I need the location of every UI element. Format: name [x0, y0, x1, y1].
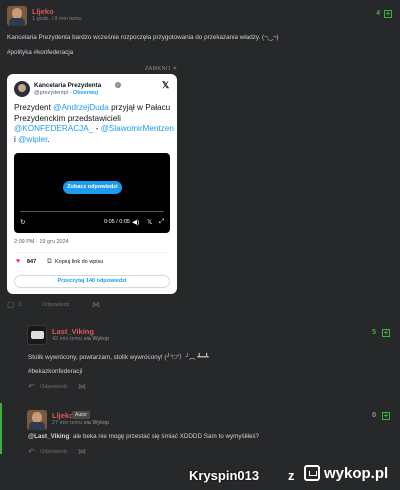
- comment-count[interactable]: 3: [18, 302, 21, 308]
- post-tags[interactable]: #polityka #konfederacja: [7, 49, 73, 56]
- comment-tag[interactable]: #bekazkonfederacji: [28, 368, 82, 375]
- tweet-mention[interactable]: @AndrzejDuda: [53, 103, 109, 112]
- share-icon[interactable]: ⋈: [78, 447, 86, 456]
- avatar[interactable]: [27, 410, 47, 430]
- tweet-mention[interactable]: @wipler: [18, 135, 47, 144]
- video-time: 0:05 / 0:05: [104, 219, 130, 225]
- close-embed-button[interactable]: ZAMKNIJ ✕: [145, 66, 177, 72]
- tweet-handle: @prezydentpl · Obserwuj: [34, 90, 98, 96]
- comment-time-text[interactable]: 27 min temu: [52, 420, 82, 426]
- see-replies-button[interactable]: Zobacz odpowiedzi: [63, 181, 122, 194]
- tweet-text-part: .: [47, 134, 50, 144]
- verified-icon: ✓: [115, 82, 121, 88]
- highlight-bar: [0, 403, 2, 454]
- x-logo-icon[interactable]: 𝕏: [162, 80, 169, 91]
- tweet-date[interactable]: 2:09 PM · 19 gru 2024: [14, 239, 69, 245]
- post-vote-count: 4: [376, 10, 380, 17]
- post-time[interactable]: 1 godz. i 9 min temu: [32, 16, 82, 22]
- reply-button[interactable]: Odpowiedz: [40, 449, 68, 455]
- comment-username[interactable]: Last_Viking: [52, 327, 94, 336]
- tweet-avatar[interactable]: [14, 81, 30, 97]
- fullscreen-icon[interactable]: ⤢: [159, 218, 164, 226]
- heart-icon[interactable]: ♥: [16, 258, 20, 265]
- tweet-embed[interactable]: Kancelaria Prezydenta ✓ @prezydentpl · O…: [7, 74, 177, 294]
- upvote-button[interactable]: +: [382, 329, 390, 337]
- read-replies-button[interactable]: Przeczytaj 140 odpowiedzi: [14, 275, 170, 288]
- divider: [14, 252, 170, 253]
- comment-mention[interactable]: @Last_Viking: [28, 433, 69, 440]
- comment-via: via Wykop: [83, 420, 110, 426]
- video-progress-bar[interactable]: [20, 211, 164, 212]
- tweet-handle-text[interactable]: @prezydentpl: [34, 90, 68, 96]
- comment-text: Stolik wywrócony, powtarzam, stolik wywr…: [28, 354, 209, 361]
- tweet-text: Prezydent @AndrzejDuda przyjął w Pałacu …: [14, 103, 174, 145]
- reply-button[interactable]: Odpowiedz: [40, 384, 68, 390]
- tweet-author-name[interactable]: Kancelaria Prezydenta: [34, 82, 101, 89]
- watermark: Kryspin013 z wykop.pl: [0, 462, 400, 490]
- comment-vote-count: 5: [372, 329, 376, 336]
- reply-button[interactable]: Odpowiedz: [42, 302, 70, 308]
- link-icon[interactable]: ⧉: [47, 258, 52, 266]
- avatar[interactable]: [7, 6, 27, 26]
- upvote-button[interactable]: +: [384, 10, 392, 18]
- wykop-logo-icon: [304, 465, 320, 481]
- reply-icon[interactable]: ↶: [28, 447, 35, 456]
- avatar[interactable]: [27, 325, 47, 345]
- tweet-text-part: -: [93, 124, 101, 133]
- reply-icon[interactable]: ↶: [28, 382, 35, 391]
- x-small-icon[interactable]: 𝕏: [147, 218, 152, 226]
- follow-button[interactable]: Obserwuj: [73, 90, 98, 96]
- post-text: Kancelaria Prezydenta bardzo wcześnie ro…: [7, 34, 279, 41]
- video-player[interactable]: Zobacz odpowiedzi ↻ 0:05 / 0:05 ◀) 𝕏 ⤢: [14, 153, 170, 233]
- comment-text: @Last_Viking: ale beka nie mogę przestać…: [28, 433, 259, 440]
- tweet-mention[interactable]: @SlawomirMentzen: [101, 124, 174, 133]
- comment-time-text[interactable]: 42 min temu: [52, 336, 82, 342]
- watermark-site: wykop.pl: [324, 465, 389, 482]
- comment-via: via Wykop: [83, 336, 110, 342]
- comment-text-part: : ale beka nie mogę przestać się śmiać X…: [69, 433, 260, 440]
- author-badge: Autor: [72, 411, 90, 419]
- tweet-mention[interactable]: @KONFEDERACJA_: [14, 124, 93, 133]
- tweet-text-part: Prezydent: [14, 103, 54, 112]
- tweet-likes[interactable]: 847: [27, 259, 36, 265]
- watermark-z: z: [288, 468, 295, 483]
- copy-link-button[interactable]: Kopiuj link do wpisu: [55, 259, 103, 265]
- comment-time: 27 min temu via Wykop: [52, 420, 109, 426]
- replay-icon[interactable]: ↻: [20, 218, 25, 226]
- share-icon[interactable]: ⋈: [78, 382, 86, 391]
- comment-time: 42 min temu via Wykop: [52, 336, 109, 342]
- comment-icon[interactable]: ▢: [7, 300, 15, 309]
- comment-vote-count: 0: [372, 412, 376, 419]
- post-username[interactable]: Lljeko: [32, 7, 54, 16]
- volume-icon[interactable]: ◀): [132, 218, 139, 226]
- comment-username[interactable]: Lljeko: [52, 411, 74, 420]
- upvote-button[interactable]: +: [382, 412, 390, 420]
- share-icon[interactable]: ⋈: [92, 300, 100, 309]
- watermark-user: Kryspin013: [189, 468, 260, 483]
